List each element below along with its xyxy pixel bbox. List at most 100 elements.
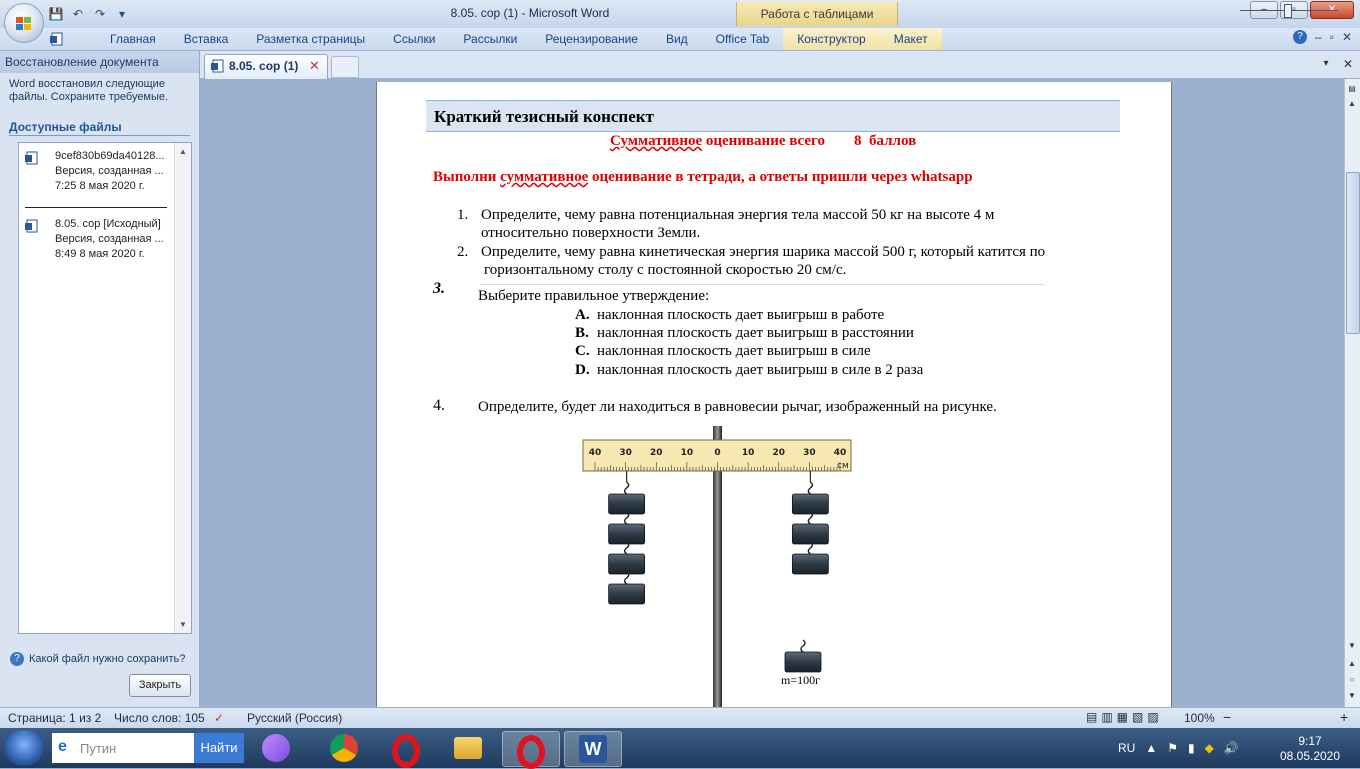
tab-list-dropdown[interactable]: ▾ [1318, 56, 1334, 72]
ruler-unit: см [837, 461, 849, 471]
folder-icon [454, 737, 482, 759]
page-count[interactable]: Страница: 1 из 2 [8, 711, 101, 725]
volume-icon[interactable]: 🔊 [1224, 741, 1239, 755]
close-document-button[interactable]: ✕ [1340, 56, 1356, 72]
close-pane-button[interactable]: Закрыть [129, 674, 191, 697]
question-text: Определите, будет ли находиться в равнов… [478, 399, 997, 415]
zoom-slider-thumb[interactable] [1284, 4, 1292, 18]
network-icon[interactable]: ▮ [1188, 741, 1195, 755]
opera-icon [392, 734, 420, 768]
ribbon-close-button[interactable]: ✕ [1342, 30, 1352, 44]
taskbar-chrome[interactable] [316, 731, 372, 765]
document-tabs-bar [200, 51, 1360, 79]
taskbar-alice[interactable] [248, 731, 304, 765]
weight [791, 523, 829, 545]
scroll-up-icon[interactable]: ▲ [1346, 98, 1358, 110]
search-button[interactable]: Найти [194, 733, 244, 763]
answer-text: наклонная плоскость дает выигрыш в силе [597, 343, 871, 359]
tab-design[interactable]: Конструктор [783, 28, 880, 50]
scrollbar-thumb[interactable] [1346, 172, 1360, 334]
search-input[interactable]: e Путин [52, 733, 194, 763]
weight-hook [800, 639, 806, 653]
weight [608, 493, 646, 515]
taskbar-word[interactable]: W [564, 731, 622, 767]
browse-object-icon[interactable]: ○ [1346, 674, 1358, 686]
word-icon: W [579, 735, 607, 763]
tab-references[interactable]: Ссылки [379, 28, 449, 50]
chrome-icon [330, 734, 358, 762]
answer-letter: A. [575, 307, 590, 323]
close-tab-icon[interactable]: ✕ [309, 58, 320, 74]
ribbon-right-controls: ? – ▫ ✕ [1292, 30, 1352, 44]
summative-text: оценивание всего [702, 133, 825, 149]
divider [480, 284, 1045, 285]
taskbar-opera[interactable] [378, 731, 434, 768]
word-document-icon [50, 32, 63, 46]
answer-text: наклонная плоскость дает выигрыш в силе … [597, 362, 924, 378]
system-tray: RU ▲ ⚑ ▮ ◆ 🔊 [1118, 736, 1239, 760]
list-item[interactable]: 8.05. сор [Исходный] Версия, созданная .… [25, 217, 173, 263]
tab-home[interactable]: Главная [96, 28, 170, 50]
answer-letter: D. [575, 362, 590, 378]
ruler-label: 30 [619, 448, 632, 458]
doc-header-cell: Краткий тезисный конспект [426, 100, 1120, 132]
answer-option: D. наклонная плоскость дает выигрыш в сил… [575, 361, 923, 379]
answer-option: B. наклонная плоскость дает выигрыш в рас… [575, 324, 914, 342]
update-icon[interactable]: ◆ [1205, 741, 1214, 755]
view-buttons[interactable]: ▤▥▦▧▨ [1086, 710, 1163, 724]
language[interactable]: Русский (Россия) [247, 711, 342, 725]
list-item[interactable]: 9cef830b69da40128... Версия, созданная .… [25, 149, 173, 195]
zoom-out-button[interactable]: − [1223, 709, 1231, 725]
available-files-heading: Доступные файлы [9, 120, 122, 134]
document-recovery-pane: Восстановление документа Word восстанови… [0, 51, 200, 707]
proofing-icon[interactable]: ✓ [214, 711, 224, 725]
word-document-icon [25, 219, 38, 233]
weight [791, 553, 829, 575]
tab-review[interactable]: Рецензирование [531, 28, 652, 50]
ruler-toggle-icon[interactable]: ▤ [1346, 83, 1358, 95]
doc-heading: Краткий тезисный конспект [434, 107, 654, 126]
taskbar-explorer[interactable] [440, 731, 496, 765]
help-icon[interactable]: ? [1292, 30, 1307, 44]
taskbar-opera-active[interactable] [502, 731, 560, 769]
tab-insert[interactable]: Вставка [170, 28, 243, 50]
scroll-up-icon[interactable]: ▲ [179, 147, 187, 156]
help-link[interactable]: ? Какой файл нужно сохранить? [10, 652, 185, 666]
word-count[interactable]: Число слов: 105 [114, 711, 205, 725]
ribbon-restore-button[interactable]: ▫ [1330, 30, 1334, 44]
previous-page-icon[interactable]: ▲ [1346, 658, 1358, 670]
document-tab-active[interactable]: 8.05. сор (1) ✕ [204, 54, 328, 79]
question-text: Определите, чему равна потенциальная эне… [481, 207, 995, 223]
answer-text: наклонная плоскость дает выигрыш в расст… [597, 325, 914, 341]
scroll-down-icon[interactable]: ▼ [1346, 640, 1358, 652]
language-indicator[interactable]: RU [1118, 741, 1135, 755]
question-text: Определите, чему равна кинетическая энер… [481, 244, 1046, 260]
tab-view[interactable]: Вид [652, 28, 702, 50]
weight [784, 651, 822, 673]
office-button[interactable] [4, 3, 44, 43]
zoom-level[interactable]: 100% [1184, 711, 1215, 725]
divider [9, 135, 190, 136]
ribbon-minimize-button[interactable]: – [1315, 30, 1322, 44]
file-name: 9cef830b69da40128... [55, 150, 165, 162]
tab-page-layout[interactable]: Разметка страницы [242, 28, 379, 50]
list-scrollbar[interactable]: ▲ ▼ [174, 143, 191, 633]
question-number: 2. [457, 244, 469, 260]
new-tab-button[interactable] [331, 56, 359, 78]
next-page-icon[interactable]: ▼ [1346, 690, 1358, 702]
flag-icon[interactable]: ⚑ [1167, 741, 1178, 755]
scroll-down-icon[interactable]: ▼ [179, 620, 187, 629]
tab-mailings[interactable]: Рассылки [449, 28, 531, 50]
clock[interactable]: 9:17 08.05.2020 [1278, 734, 1342, 764]
zoom-in-button[interactable]: + [1340, 709, 1348, 725]
status-bar: Страница: 1 из 2 Число слов: 105 ✓ Русск… [0, 707, 1360, 729]
show-hidden-icons[interactable]: ▲ [1145, 741, 1157, 755]
tab-office-tab[interactable]: Office Tab [702, 28, 784, 50]
question-number: 4. [433, 397, 445, 414]
clock-time: 9:17 [1298, 734, 1322, 748]
weight [608, 583, 646, 605]
instruction-word: суммативное [500, 169, 589, 185]
start-button[interactable] [4, 730, 44, 766]
tab-layout[interactable]: Макет [879, 28, 942, 50]
summative-word: Суммативное [610, 133, 703, 149]
